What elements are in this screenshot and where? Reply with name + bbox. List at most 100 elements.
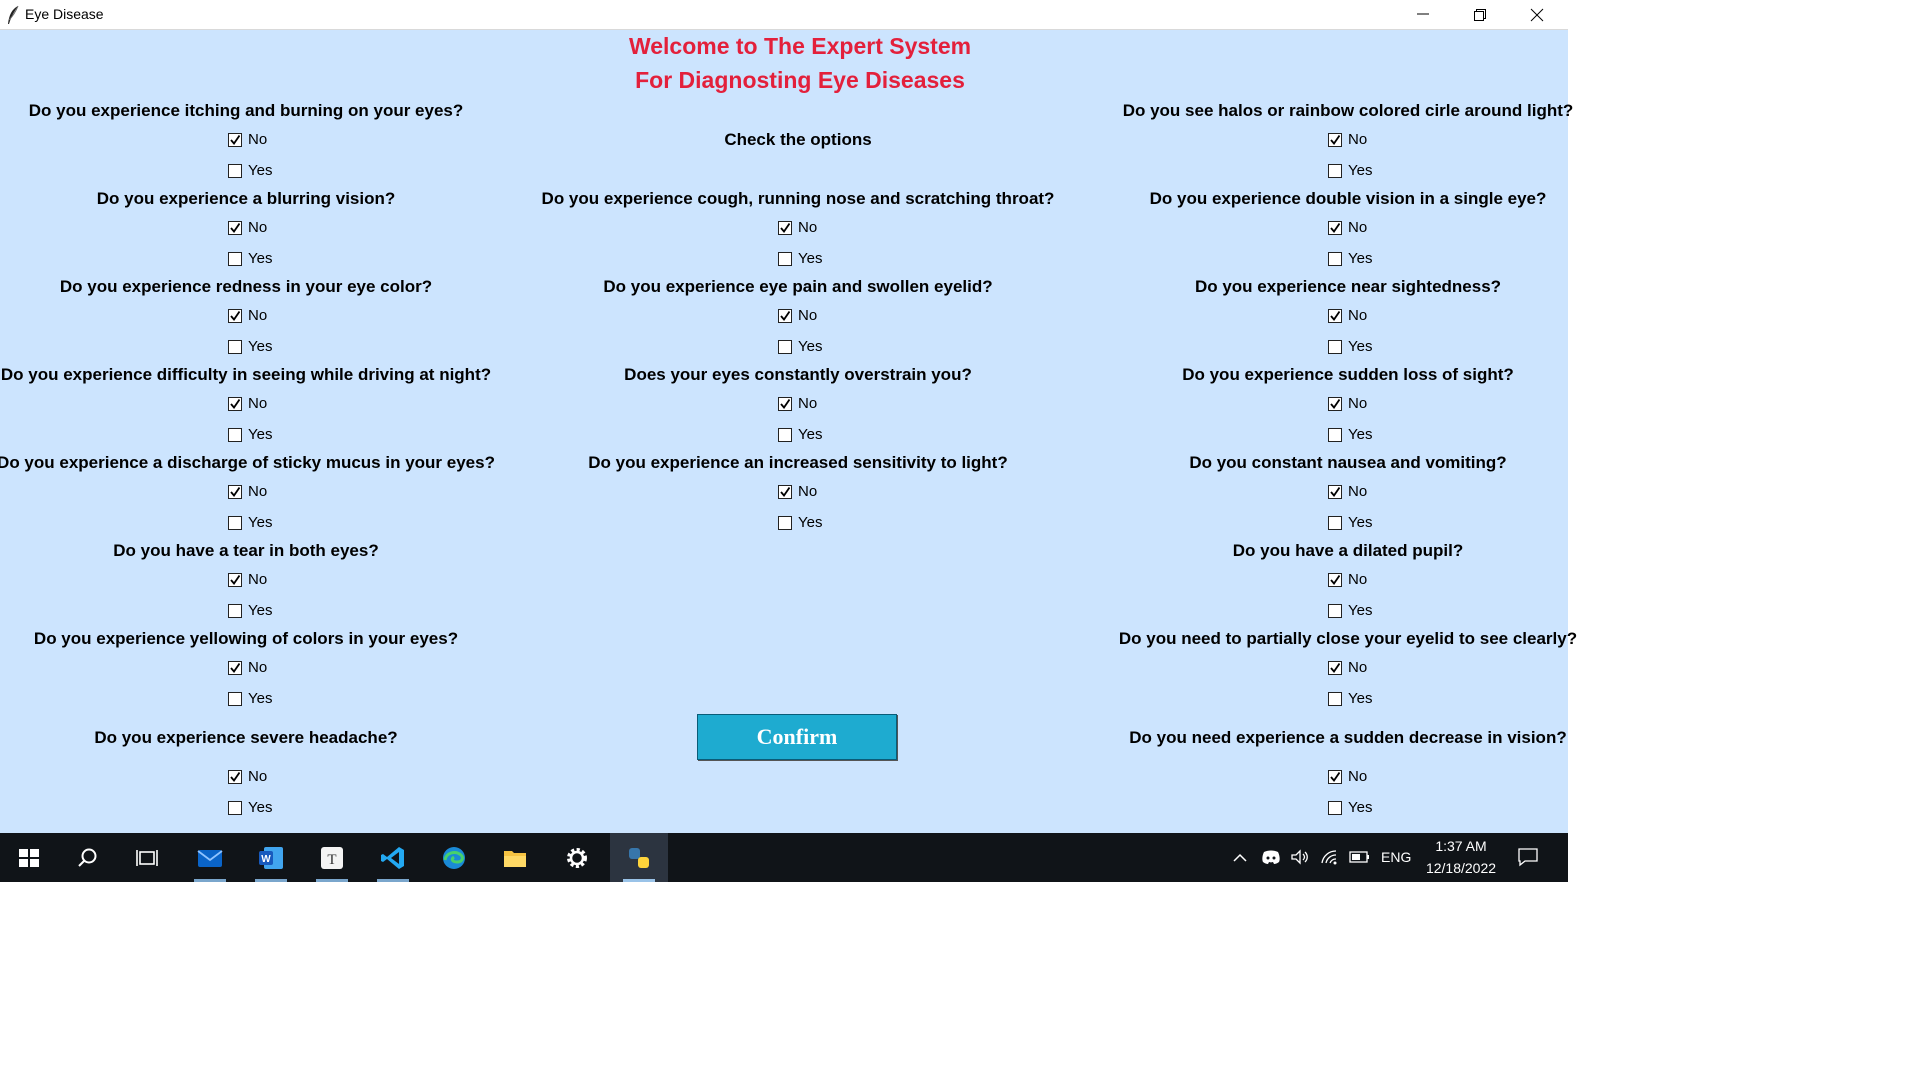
yes-checkbox-label: Yes — [248, 162, 273, 179]
yes-checkbox[interactable] — [228, 801, 242, 815]
clock-time[interactable]: 1:37 AM — [1422, 838, 1500, 854]
yes-checkbox[interactable] — [228, 604, 242, 618]
yes-checkbox[interactable] — [1328, 801, 1342, 815]
yes-checkbox[interactable] — [1328, 340, 1342, 354]
taskbar-python[interactable] — [610, 833, 668, 882]
no-checkbox[interactable] — [778, 309, 792, 323]
yes-checkbox[interactable] — [1328, 164, 1342, 178]
yes-checkbox[interactable] — [1328, 692, 1342, 706]
confirm-button[interactable]: Confirm — [697, 714, 897, 760]
question-text: Does your eyes constantly overstrain you… — [624, 365, 972, 384]
task-view-button[interactable] — [118, 833, 176, 882]
question-text: Do you need experience a sudden decrease… — [1129, 728, 1567, 747]
no-checkbox[interactable] — [778, 397, 792, 411]
task-view-icon — [136, 850, 158, 866]
restore-button[interactable] — [1457, 0, 1503, 29]
language-indicator[interactable]: ENG — [1381, 849, 1411, 865]
no-checkbox[interactable] — [228, 573, 242, 587]
yes-checkbox[interactable] — [228, 252, 242, 266]
no-checkbox-label: No — [248, 483, 268, 500]
yes-checkbox-label: Yes — [798, 514, 823, 531]
running-indicator — [255, 879, 287, 882]
battery-icon[interactable] — [1349, 850, 1371, 864]
no-checkbox[interactable] — [1328, 221, 1342, 235]
no-checkbox[interactable] — [228, 770, 242, 784]
no-checkbox-label: No — [248, 131, 268, 148]
file-explorer-icon — [504, 851, 526, 867]
no-checkbox[interactable] — [1328, 397, 1342, 411]
yes-checkbox-label: Yes — [1348, 338, 1373, 355]
no-checkbox[interactable] — [1328, 661, 1342, 675]
taskbar-mail[interactable] — [181, 833, 239, 882]
yes-checkbox[interactable] — [228, 692, 242, 706]
question-text: Do you experience near sightedness? — [1194, 277, 1502, 296]
taskbar-word[interactable]: W — [242, 833, 300, 882]
no-checkbox-label: No — [1348, 219, 1368, 236]
running-indicator — [316, 879, 348, 882]
taskbar-settings[interactable] — [548, 833, 606, 882]
svg-text:W: W — [261, 854, 271, 865]
close-button[interactable] — [1514, 0, 1560, 29]
close-icon — [1530, 8, 1544, 22]
settings-icon — [567, 848, 587, 868]
word-icon: W — [259, 847, 283, 869]
no-checkbox[interactable] — [228, 397, 242, 411]
no-checkbox-label: No — [248, 659, 268, 676]
vscode-icon — [381, 847, 404, 869]
question-text: Do you experience a discharge of sticky … — [0, 453, 495, 472]
yes-checkbox[interactable] — [228, 516, 242, 530]
no-checkbox[interactable] — [1328, 485, 1342, 499]
question-text: Do you constant nausea and vomiting? — [1189, 453, 1507, 472]
no-checkbox[interactable] — [228, 133, 242, 147]
question-text: Do you experience an increased sensitivi… — [588, 453, 1008, 472]
yes-checkbox[interactable] — [228, 164, 242, 178]
search-button[interactable] — [59, 833, 117, 882]
no-checkbox[interactable] — [228, 221, 242, 235]
no-checkbox-label: No — [1348, 307, 1368, 324]
yes-checkbox[interactable] — [228, 340, 242, 354]
yes-checkbox[interactable] — [778, 516, 792, 530]
yes-checkbox-label: Yes — [248, 799, 273, 816]
yes-checkbox[interactable] — [1328, 516, 1342, 530]
no-checkbox[interactable] — [1328, 309, 1342, 323]
mail-icon — [197, 850, 223, 867]
wifi-icon[interactable] — [1320, 849, 1340, 865]
yes-checkbox[interactable] — [228, 428, 242, 442]
svg-text:T: T — [327, 852, 336, 868]
yes-checkbox-label: Yes — [248, 426, 273, 443]
yes-checkbox[interactable] — [778, 252, 792, 266]
yes-checkbox[interactable] — [778, 428, 792, 442]
yes-checkbox[interactable] — [1328, 428, 1342, 442]
notifications-icon[interactable] — [1517, 847, 1539, 867]
minimize-button[interactable] — [1400, 0, 1446, 29]
yes-checkbox[interactable] — [1328, 252, 1342, 266]
no-checkbox-label: No — [798, 483, 818, 500]
no-checkbox[interactable] — [1328, 573, 1342, 587]
taskbar-typora[interactable]: T — [303, 833, 361, 882]
check-options-label: Check the options — [724, 130, 872, 149]
no-checkbox-label: No — [798, 307, 818, 324]
minimize-icon — [1417, 13, 1429, 15]
no-checkbox[interactable] — [228, 309, 242, 323]
window-title: Eye Disease — [25, 6, 104, 22]
taskbar-file-explorer[interactable] — [486, 833, 544, 882]
volume-icon[interactable] — [1290, 849, 1310, 865]
taskbar-vscode[interactable] — [364, 833, 422, 882]
yes-checkbox[interactable] — [778, 340, 792, 354]
yes-checkbox-label: Yes — [1348, 514, 1373, 531]
yes-checkbox-label: Yes — [248, 250, 273, 267]
no-checkbox[interactable] — [1328, 770, 1342, 784]
no-checkbox[interactable] — [778, 221, 792, 235]
clock-date[interactable]: 12/18/2022 — [1422, 860, 1500, 876]
yes-checkbox[interactable] — [1328, 604, 1342, 618]
no-checkbox[interactable] — [1328, 133, 1342, 147]
start-button[interactable] — [0, 833, 58, 882]
no-checkbox[interactable] — [228, 485, 242, 499]
running-indicator — [194, 879, 226, 882]
discord-icon[interactable] — [1261, 849, 1281, 865]
no-checkbox[interactable] — [228, 661, 242, 675]
question-text: Do you experience itching and burning on… — [28, 101, 464, 120]
no-checkbox[interactable] — [778, 485, 792, 499]
taskbar-edge[interactable] — [425, 833, 483, 882]
chevron-up-icon[interactable] — [1232, 850, 1248, 866]
